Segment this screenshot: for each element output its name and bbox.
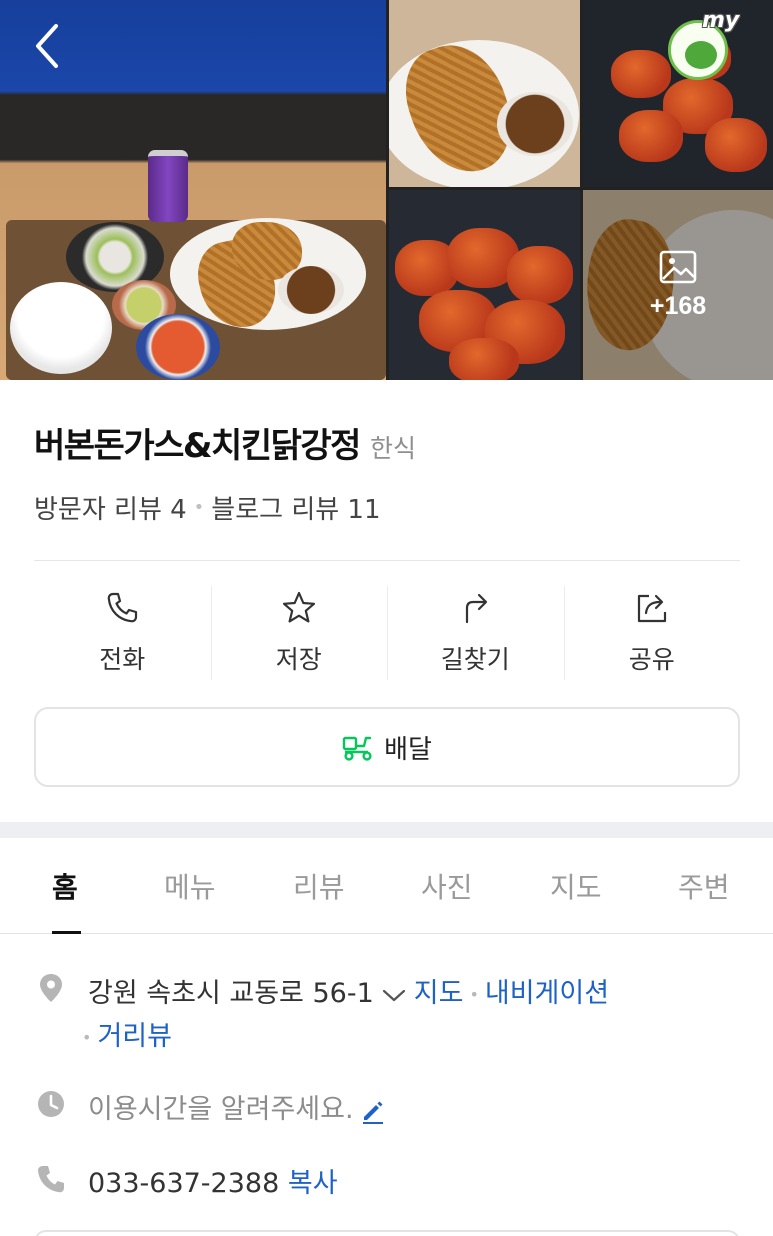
call-label: 전화	[99, 645, 146, 674]
location-pin-icon	[40, 974, 62, 1002]
fried-chicken-shape	[507, 246, 573, 304]
share-icon	[637, 594, 666, 623]
hours-prompt[interactable]: 이용시간을 알려주세요.	[88, 1094, 354, 1125]
soda-can-shape	[148, 150, 188, 222]
chevron-down-icon[interactable]	[380, 985, 408, 1005]
delivery-scooter-icon	[342, 736, 372, 761]
tab-menu[interactable]: 메뉴	[164, 866, 216, 906]
phone-icon	[107, 592, 138, 623]
tab-bar: 홈 메뉴 리뷰 사진 지도 주변	[0, 838, 773, 934]
more-photos-count: +168	[649, 291, 707, 320]
save-label: 저장	[275, 645, 322, 674]
tab-photos[interactable]: 사진	[421, 866, 473, 906]
rice-bowl-shape	[10, 282, 112, 374]
fried-chicken-shape	[619, 110, 683, 162]
star-icon	[282, 591, 315, 623]
kimchi-bowl-shape	[136, 314, 220, 380]
sauce-dish-shape	[278, 266, 344, 314]
address-text: 강원 속초시 교동로 56-1	[88, 978, 374, 1009]
photo-gallery: +168 my	[0, 0, 773, 380]
map-link[interactable]: 지도	[414, 978, 464, 1009]
separator-dot: •	[469, 985, 479, 1004]
chevron-left-icon	[36, 24, 58, 68]
section-gap	[0, 822, 773, 838]
save-button[interactable]: 저장	[210, 586, 388, 680]
edit-pencil-icon[interactable]	[360, 1098, 386, 1124]
photo-thumb-1[interactable]	[389, 0, 580, 187]
review-summary: 방문자 리뷰 4 • 블로그 리뷰 11	[34, 489, 381, 526]
tab-home[interactable]: 홈	[52, 866, 78, 906]
title-row: 버본돈가스&치킨닭강정 한식	[34, 418, 416, 467]
place-category: 한식	[369, 434, 416, 463]
active-tab-indicator	[52, 931, 81, 934]
visitor-review-link[interactable]: 방문자 리뷰 4	[34, 489, 187, 526]
address-row: 강원 속초시 교동로 56-1 지도 • 내비게이션	[88, 971, 609, 1010]
call-button[interactable]: 전화	[34, 586, 211, 680]
action-bar: 전화 저장 길찾기 공유	[34, 586, 740, 680]
hours-row: 이용시간을 알려주세요.	[88, 1087, 386, 1126]
next-card-edge	[34, 1230, 740, 1236]
phone-row: 033-637-2388 복사	[88, 1161, 338, 1200]
photo-thumb-3[interactable]	[389, 190, 580, 380]
directions-label: 길찾기	[440, 645, 510, 674]
fried-chicken-shape	[611, 50, 671, 98]
delivery-button[interactable]: 배달	[34, 707, 740, 787]
separator-dot: •	[193, 497, 205, 518]
my-profile-badge[interactable]: my	[668, 8, 744, 80]
directions-icon	[466, 593, 488, 624]
copy-phone-link[interactable]: 복사	[288, 1168, 338, 1199]
share-button[interactable]: 공유	[563, 586, 741, 680]
tab-nearby[interactable]: 주변	[678, 866, 730, 906]
photo-thumb-more[interactable]: +168	[583, 190, 773, 380]
share-label: 공유	[628, 645, 675, 674]
phone-icon	[37, 1166, 64, 1193]
clock-icon	[38, 1091, 64, 1117]
blog-review-link[interactable]: 블로그 리뷰 11	[211, 489, 380, 526]
tab-reviews[interactable]: 리뷰	[293, 866, 345, 906]
separator-dot: •	[82, 1028, 92, 1047]
navigation-link[interactable]: 내비게이션	[485, 978, 609, 1009]
street-view-link[interactable]: 거리뷰	[97, 1021, 172, 1052]
more-photos-overlay[interactable]: +168	[583, 190, 773, 380]
delivery-label: 배달	[384, 734, 432, 765]
fried-chicken-shape	[449, 338, 519, 380]
tab-map[interactable]: 지도	[550, 866, 602, 906]
sauce-dish-shape	[497, 92, 573, 156]
main-photo[interactable]	[0, 0, 386, 380]
my-badge-text: my	[702, 8, 740, 33]
phone-number[interactable]: 033-637-2388	[88, 1168, 279, 1199]
image-icon	[659, 250, 697, 283]
back-button[interactable]	[28, 22, 68, 70]
directions-button[interactable]: 길찾기	[387, 586, 564, 680]
fried-chicken-shape	[705, 118, 767, 172]
place-name: 버본돈가스&치킨닭강정	[34, 426, 361, 466]
address-row-continued: • 거리뷰	[82, 1014, 172, 1053]
divider	[34, 560, 740, 561]
